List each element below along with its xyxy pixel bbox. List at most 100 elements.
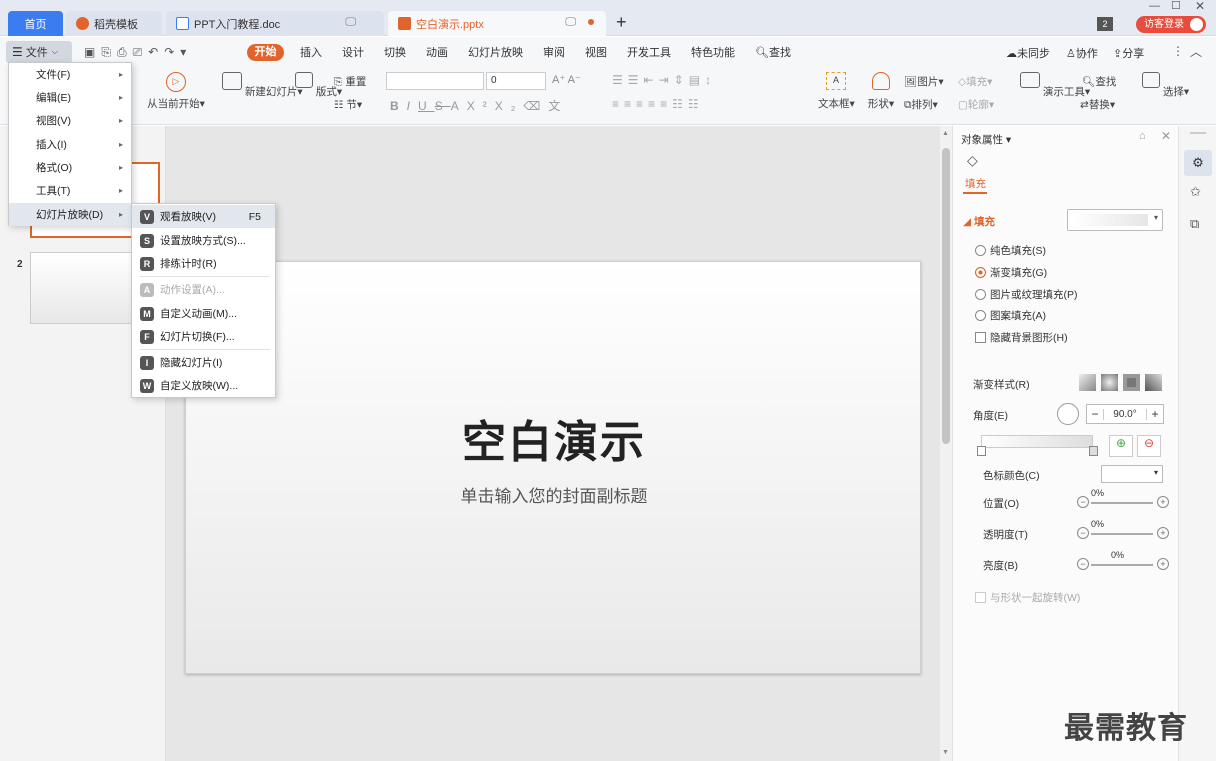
- textbox-button[interactable]: A 文本框▾: [818, 72, 855, 111]
- menu-item-watch-show[interactable]: V 观看放映(V) F5: [132, 205, 275, 228]
- format-painter-icon[interactable]: ⎘: [101, 45, 117, 59]
- distribute-icon[interactable]: ≡: [660, 97, 672, 111]
- menu-item-hide-slide[interactable]: I 隐藏幻灯片(I): [132, 351, 275, 374]
- font-color-icon[interactable]: A: [451, 99, 467, 113]
- gradient-stop-2[interactable]: [1089, 446, 1098, 456]
- text-format-buttons[interactable]: BIUSAX²X₂⌫文: [390, 97, 568, 114]
- properties-icon[interactable]: ⚙: [1184, 150, 1212, 176]
- menu-item-format[interactable]: 格式(O) ▸: [9, 156, 131, 179]
- menu-item-setup-show[interactable]: S 设置放映方式(S)...: [132, 229, 275, 252]
- subscript-icon[interactable]: X₂: [495, 99, 524, 113]
- align-center-icon[interactable]: ≡: [624, 97, 636, 111]
- tab-insert[interactable]: 插入: [292, 44, 330, 60]
- gradient-bar[interactable]: [981, 435, 1093, 448]
- rect-gradient-icon[interactable]: [1123, 374, 1140, 391]
- tab-slideshow[interactable]: 幻灯片放映: [456, 44, 531, 60]
- italic-icon[interactable]: I: [407, 99, 418, 113]
- section-button[interactable]: ☷ 节▾: [334, 97, 362, 112]
- tab-doc[interactable]: PPT入门教程.doc 🖵: [166, 11, 384, 36]
- undo-icon[interactable]: ↶: [148, 45, 164, 59]
- print-icon[interactable]: ⎙: [117, 45, 133, 59]
- position-minus-icon[interactable]: −: [1077, 496, 1089, 508]
- menu-item-view[interactable]: 视图(V) ▸: [9, 109, 131, 132]
- transparency-slider[interactable]: [1091, 533, 1153, 535]
- picture-button[interactable]: 🖼︎图片▾: [904, 74, 944, 89]
- reset-button[interactable]: ⎘ 重置: [334, 74, 366, 89]
- scroll-down-icon[interactable]: ▼: [942, 749, 949, 756]
- clear-format-icon[interactable]: ⌫: [523, 99, 548, 113]
- tab-template[interactable]: 稻壳模板: [66, 11, 162, 36]
- transparency-plus-icon[interactable]: +: [1157, 527, 1169, 539]
- linear-gradient-icon[interactable]: [1079, 374, 1096, 391]
- replace-button[interactable]: ⇄替换▾: [1080, 97, 1115, 112]
- indent-increase-icon[interactable]: ⇥: [659, 73, 674, 87]
- rotate-checkbox[interactable]: [975, 592, 986, 603]
- monitor-icon[interactable]: 🖵: [345, 16, 356, 29]
- paragraph-row2[interactable]: ≡≡≡≡≡☷☷: [612, 97, 704, 111]
- list-icon[interactable]: ☷: [688, 97, 704, 111]
- radio-picture[interactable]: [975, 289, 986, 300]
- minus-icon[interactable]: −: [1087, 407, 1103, 421]
- collab-button[interactable]: ♙协作: [1066, 45, 1098, 61]
- position-slider[interactable]: [1091, 502, 1153, 504]
- menu-item-custom-animation[interactable]: M 自定义动画(M)...: [132, 302, 275, 325]
- line-spacing-icon[interactable]: ↕: [705, 73, 716, 87]
- remove-stop-icon[interactable]: ⊖: [1137, 435, 1161, 457]
- superscript-icon[interactable]: X²: [467, 99, 495, 113]
- tab-view[interactable]: 视图: [573, 44, 615, 60]
- pattern-fill-option[interactable]: 图案填充(A): [975, 308, 1046, 323]
- radial-gradient-icon[interactable]: [1101, 374, 1118, 391]
- slide[interactable]: 空白演示 单击输入您的封面副标题: [185, 261, 921, 674]
- scroll-up-icon[interactable]: ▲: [942, 130, 949, 137]
- align-left-icon[interactable]: ≡: [612, 97, 624, 111]
- menu-item-custom-show[interactable]: W 自定义放映(W)...: [132, 374, 275, 397]
- more-vertical-icon[interactable]: ⋮: [1172, 44, 1184, 58]
- page-count-badge[interactable]: 2: [1097, 17, 1113, 31]
- stop-color-select[interactable]: ▾: [1101, 465, 1163, 483]
- menu-item-edit[interactable]: 编辑(E) ▸: [9, 86, 131, 109]
- present-tools-button[interactable]: 演示工具▾: [1020, 72, 1090, 99]
- slide-title[interactable]: 空白演示: [186, 406, 922, 470]
- shape-button[interactable]: 形状▾: [866, 72, 896, 111]
- tab-design[interactable]: 设计: [330, 44, 372, 60]
- picture-fill-option[interactable]: 图片或纹理填充(P): [975, 287, 1078, 302]
- gradient-stop-1[interactable]: [977, 446, 986, 456]
- fill-section-header[interactable]: ◢ 填充: [963, 214, 995, 229]
- menu-item-insert[interactable]: 插入(I) ▸: [9, 133, 131, 156]
- tab-features[interactable]: 特色功能: [679, 44, 743, 60]
- collapse-ribbon-icon[interactable]: ︿: [1190, 43, 1202, 60]
- radio-pattern[interactable]: [975, 310, 986, 321]
- vertical-scrollbar[interactable]: ▲ ▼: [940, 126, 952, 761]
- hide-bg-checkbox[interactable]: [975, 332, 986, 343]
- tab-transition[interactable]: 切换: [372, 44, 414, 60]
- plus-icon[interactable]: +: [1147, 407, 1163, 421]
- angle-stepper[interactable]: − 90.0° +: [1086, 404, 1164, 424]
- menu-item-tools[interactable]: 工具(T) ▸: [9, 179, 131, 202]
- gradient-fill-option[interactable]: 渐变填充(G): [975, 265, 1047, 280]
- fill-color-select[interactable]: ▾: [1067, 209, 1163, 231]
- angle-dial[interactable]: [1057, 403, 1079, 425]
- props-header[interactable]: 对象属性 ▾: [961, 132, 1011, 147]
- close-pane-icon[interactable]: ✕: [1161, 129, 1171, 143]
- font-grow-shrink-icons[interactable]: A⁺ A⁻: [552, 73, 581, 86]
- from-current-button[interactable]: ▷ 从当前开始▾: [145, 72, 207, 111]
- bullets-icon[interactable]: ☰: [612, 73, 628, 87]
- pinyin-icon[interactable]: 文: [548, 99, 568, 113]
- add-stop-icon[interactable]: ⊕: [1109, 435, 1133, 457]
- lock-icon[interactable]: ⌂: [1139, 130, 1146, 142]
- maximize-icon[interactable]: ☐: [1171, 0, 1181, 12]
- columns-icon[interactable]: ☷: [672, 97, 688, 111]
- layout-button[interactable]: 版式▾: [295, 72, 342, 99]
- close-window-icon[interactable]: ✕: [1195, 0, 1205, 13]
- font-family-select[interactable]: [386, 72, 484, 90]
- align-right-icon[interactable]: ≡: [636, 97, 648, 111]
- arrange-button[interactable]: ⧉排列▾: [904, 97, 938, 112]
- minimize-icon[interactable]: —: [1149, 0, 1160, 12]
- solid-fill-option[interactable]: 纯色填充(S): [975, 243, 1046, 258]
- hide-bg-option[interactable]: 隐藏背景图形(H): [975, 330, 1068, 345]
- slide-subtitle[interactable]: 单击输入您的封面副标题: [186, 482, 922, 507]
- quick-access-toolbar[interactable]: ▣⎘⎙⎚↶↷▾: [84, 45, 192, 60]
- save-icon[interactable]: ▣: [84, 45, 101, 59]
- brightness-minus-icon[interactable]: −: [1077, 558, 1089, 570]
- font-size-select[interactable]: 0: [486, 72, 546, 90]
